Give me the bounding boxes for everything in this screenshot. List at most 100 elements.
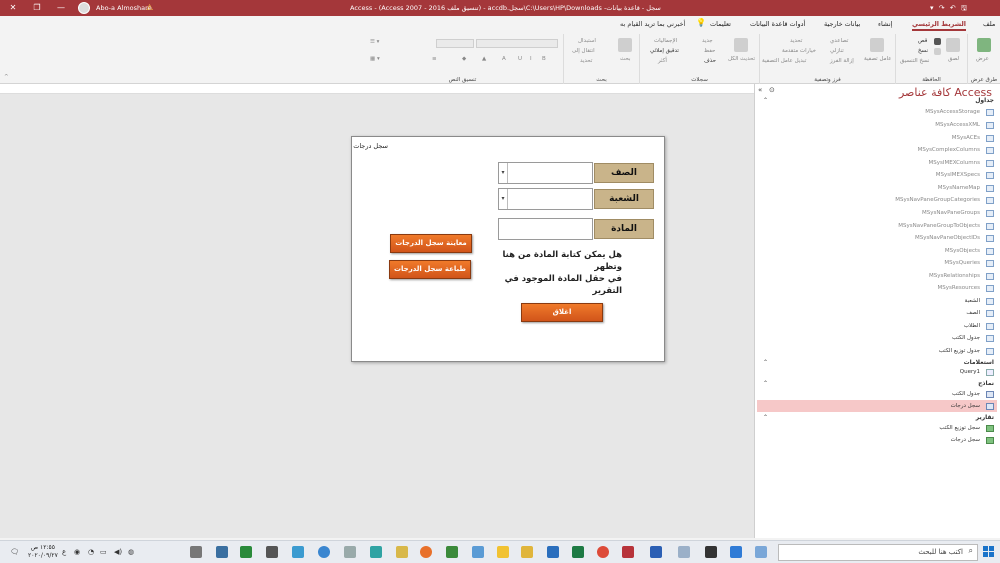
list-item[interactable]: MSysObjects [945, 248, 980, 254]
windows-start-icon[interactable] [983, 546, 995, 558]
list-item[interactable]: MSysResources [938, 285, 980, 291]
font-name-combo[interactable] [476, 39, 558, 48]
app-icon[interactable] [446, 546, 458, 558]
print-grades-button[interactable]: طباعة سجل الدرجات [389, 260, 471, 279]
underline-icon[interactable]: U [518, 56, 522, 62]
app-icon[interactable] [396, 546, 408, 558]
tell-me-box[interactable]: أخبرني بما تريد القيام به [620, 20, 685, 28]
font-size-combo[interactable] [436, 39, 474, 48]
app-icon[interactable] [292, 546, 304, 558]
chevron-down-icon[interactable]: ▾ [499, 163, 508, 183]
format-painter-button[interactable]: نسخ التنسيق [900, 58, 929, 64]
advanced-button[interactable]: خيارات متقدمة [782, 48, 816, 54]
app-icon[interactable] [216, 546, 228, 558]
taskbar-search-input[interactable]: اكتب هنا للبحث [778, 544, 978, 561]
store-icon[interactable] [705, 546, 717, 558]
list-item[interactable]: Query1 [960, 369, 980, 375]
find-button[interactable]: بحث [620, 56, 630, 62]
excel-icon[interactable] [572, 546, 584, 558]
refresh-all-button[interactable]: تحديث الكل [728, 56, 755, 62]
list-item[interactable]: MSysNavPaneGroupToObjects [898, 223, 980, 229]
collapse-icon[interactable]: ⌃ [763, 97, 768, 104]
tab-file[interactable]: ملف [983, 20, 995, 28]
cut-button[interactable]: قص [918, 38, 927, 44]
collapse-icon[interactable]: ⌃ [763, 359, 768, 366]
list-item[interactable]: MSysAccessXML [935, 122, 980, 128]
new-record-button[interactable]: جديد [702, 38, 713, 44]
view-icon[interactable] [977, 38, 991, 52]
app-icon[interactable] [240, 546, 252, 558]
list-item[interactable]: سجل درجات [951, 437, 980, 443]
chrome-icon[interactable] [597, 546, 609, 558]
remove-sort-button[interactable]: إزالة الفرز [830, 58, 854, 64]
list-item[interactable]: سجل توزيع الكتب [939, 425, 980, 431]
list-item[interactable]: سجل درجات [951, 403, 980, 409]
align-icon[interactable]: ≡ [432, 56, 437, 62]
gridlines-icon[interactable]: ▦ ▾ [370, 56, 380, 62]
notifications-icon[interactable]: 🗨 [10, 548, 19, 556]
word-icon[interactable] [650, 546, 662, 558]
clock[interactable]: ١٢:٥٥ ص ٢٠٢٠/٠٩/٢٧ [28, 544, 58, 560]
tab-create[interactable]: إنشاء [878, 20, 892, 28]
tab-external-data[interactable]: بيانات خارجية [824, 20, 860, 28]
app-icon[interactable] [370, 546, 382, 558]
section-queries[interactable]: استعلامات [964, 359, 994, 366]
close-form-button[interactable]: اغلاق [521, 303, 603, 322]
app-icon[interactable] [547, 546, 559, 558]
edge-icon[interactable] [730, 546, 742, 558]
bold-icon[interactable]: B [542, 56, 546, 62]
list-item[interactable]: جدول الكتب [952, 335, 980, 341]
paste-button[interactable]: لصق [948, 56, 959, 62]
access-icon[interactable] [622, 546, 634, 558]
filter-icon[interactable] [870, 38, 884, 52]
list-item[interactable]: الشعبة [965, 298, 980, 304]
app-icon[interactable] [344, 546, 356, 558]
warning-icon[interactable]: ⚠ [146, 0, 153, 16]
subject-input[interactable] [498, 218, 593, 240]
user-name[interactable]: Abo-a Almoshare [96, 0, 152, 16]
close-button[interactable]: ✕ [0, 0, 26, 16]
list-item[interactable]: MSysNavPaneObjectIDs [915, 235, 980, 241]
tab-help[interactable]: تعليمات [710, 20, 731, 28]
task-view-icon[interactable] [755, 546, 767, 558]
save-icon[interactable]: 🖫 [961, 4, 967, 12]
tab-home[interactable]: الشريط الرئيسي [912, 20, 966, 31]
app-icon[interactable] [318, 546, 330, 558]
file-explorer-icon[interactable] [521, 546, 533, 558]
font-color-icon[interactable]: A [502, 56, 506, 62]
collapse-pane-icon[interactable]: « [758, 86, 762, 94]
list-item[interactable]: MSysQueries [944, 260, 980, 266]
highlight-icon[interactable]: ▲ [482, 56, 486, 62]
replace-button[interactable]: استبدال [578, 38, 596, 44]
class-combo[interactable]: ▾ [498, 162, 593, 184]
avatar[interactable] [78, 2, 90, 14]
descending-button[interactable]: تنازلي [830, 48, 844, 54]
list-item[interactable]: الصف [966, 310, 980, 316]
firefox-icon[interactable] [420, 546, 432, 558]
battery-icon[interactable]: ▭ [100, 548, 107, 556]
volume-icon[interactable]: ◀) [114, 548, 122, 556]
list-item[interactable]: MSysACEs [952, 135, 980, 141]
section-reports[interactable]: تقارير [976, 414, 994, 421]
save-record-button[interactable]: حفظ [704, 48, 715, 54]
list-item[interactable]: MSysNavPaneGroupCategories [895, 197, 980, 203]
redo-icon[interactable]: ↷ [939, 4, 945, 12]
undo-icon[interactable]: ↶ [950, 4, 956, 12]
delete-record-button[interactable]: حذف [704, 58, 716, 64]
dropbox-icon[interactable] [678, 546, 690, 558]
italic-icon[interactable]: I [530, 56, 532, 62]
fill-color-icon[interactable]: ◆ [462, 56, 466, 62]
language-indicator[interactable]: ع [62, 548, 66, 556]
list-item[interactable]: جدول توزيع الكتب [939, 348, 980, 354]
collapse-icon[interactable]: ⌃ [763, 414, 768, 421]
copy-button[interactable]: نسخ [918, 48, 928, 54]
list-item[interactable]: MSysNameMap [938, 185, 980, 191]
totals-button[interactable]: الإجماليات [654, 38, 677, 44]
chevron-down-icon[interactable]: ▾ [499, 189, 508, 209]
filter-button[interactable]: عامل تصفية [864, 56, 892, 62]
customize-icon[interactable]: ▾ [930, 4, 934, 12]
view-button[interactable]: عرض [976, 56, 989, 62]
list-item[interactable]: MSysRelationships [929, 273, 980, 279]
list-icon[interactable]: ☰ ▾ [370, 39, 379, 45]
list-item[interactable]: MSysAccessStorage [925, 109, 980, 115]
